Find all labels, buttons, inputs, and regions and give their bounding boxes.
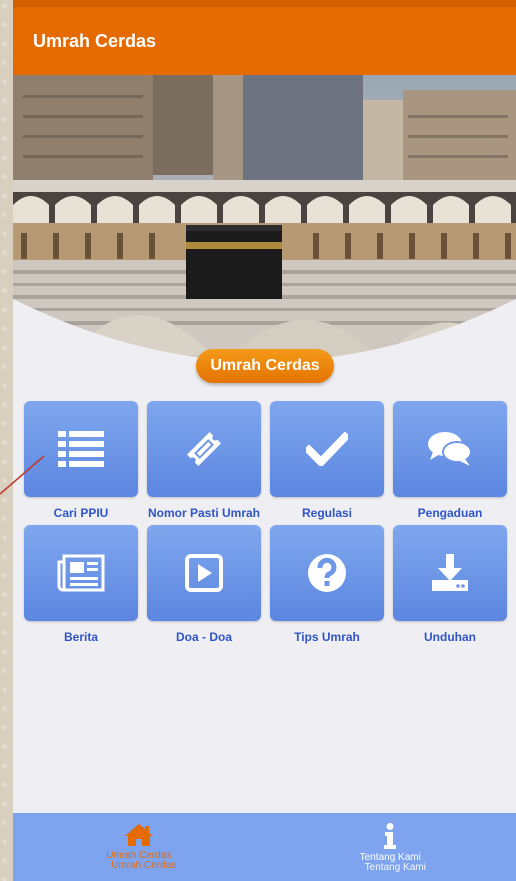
hero-title-pill: Umrah Cerdas (196, 349, 334, 383)
play-icon (185, 554, 223, 592)
list-icon (58, 431, 104, 467)
menu-tile-label: Nomor Pasti Umrah (147, 506, 261, 520)
status-strip (13, 0, 516, 7)
menu-tile-regulasi[interactable]: Regulasi (270, 401, 384, 520)
bottom-nav: Umrah Cerdas Umrah Cerdas Tentang Kami T… (13, 813, 516, 881)
nav-item-tentang-kami[interactable]: Tentang Kami Tentang Kami (265, 813, 516, 881)
menu-tile-label: Tips Umrah (294, 630, 360, 644)
check-icon (306, 432, 348, 466)
ticket-icon (187, 432, 221, 466)
nav-label-echo: Umrah Cerdas (111, 860, 177, 871)
menu-tile-tips-umrah[interactable]: Tips Umrah (270, 525, 384, 644)
app-title: Umrah Cerdas (33, 30, 157, 51)
nav-label-echo: Tentang Kami (364, 862, 426, 873)
app-screen: Umrah Cerdas Umrah Cerdas Cari PPIU Nomo… (13, 0, 516, 881)
menu-tile-label: Regulasi (301, 506, 352, 520)
menu-tile-doa-doa[interactable]: Doa - Doa (147, 525, 261, 644)
menu-tile-pengaduan[interactable]: Pengaduan (393, 401, 507, 520)
hero-image (13, 75, 516, 375)
menu-tile-label: Pengaduan (417, 506, 483, 520)
download-icon (432, 554, 468, 591)
menu-tile-label: Doa - Doa (175, 630, 232, 644)
menu-tile-unduhan[interactable]: Unduhan (393, 525, 507, 644)
question-icon (308, 554, 346, 592)
annotation-arrow (0, 455, 45, 495)
menu-tile-label: Cari PPIU (53, 506, 109, 520)
info-icon (384, 823, 397, 849)
menu-tile-label: Berita (63, 630, 98, 644)
home-icon (124, 824, 153, 846)
chat-icon (428, 432, 472, 466)
menu-tile-nomor-pasti-umrah[interactable]: Nomor Pasti Umrah (147, 401, 261, 520)
nav-item-umrah-cerdas[interactable]: Umrah Cerdas Umrah Cerdas (13, 813, 265, 881)
app-bar: Umrah Cerdas (13, 7, 516, 75)
menu-tile-berita[interactable]: Berita (24, 525, 138, 644)
menu-tile-label: Unduhan (424, 630, 476, 644)
newspaper-icon (57, 554, 105, 592)
